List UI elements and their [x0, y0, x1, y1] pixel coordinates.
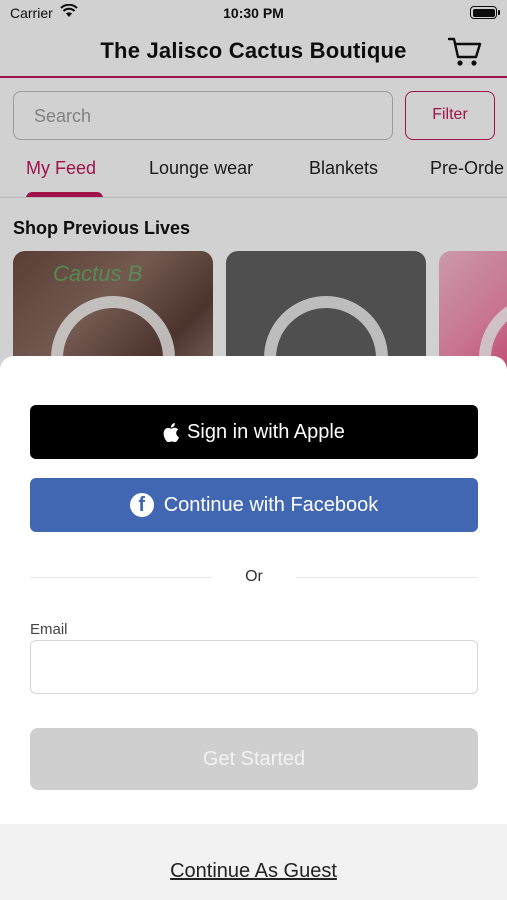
facebook-button-label: Continue with Facebook: [163, 493, 379, 516]
email-field[interactable]: [30, 640, 478, 694]
facebook-icon: f: [129, 493, 154, 517]
or-divider: Or: [30, 566, 478, 590]
divider-line-right: [296, 577, 478, 578]
email-label: Email: [30, 621, 68, 638]
apple-icon: [163, 422, 180, 442]
sign-in-sheet: Sign in with Apple f Continue with Faceb…: [0, 356, 507, 900]
facebook-continue-button[interactable]: f Continue with Facebook: [30, 478, 478, 532]
guest-footer: Continue As Guest: [0, 824, 507, 900]
apple-button-label: Sign in with Apple: [187, 420, 345, 443]
continue-as-guest-link[interactable]: Continue As Guest: [0, 860, 507, 883]
apple-sign-in-button[interactable]: Sign in with Apple: [30, 405, 478, 459]
get-started-button[interactable]: Get Started: [30, 728, 478, 790]
